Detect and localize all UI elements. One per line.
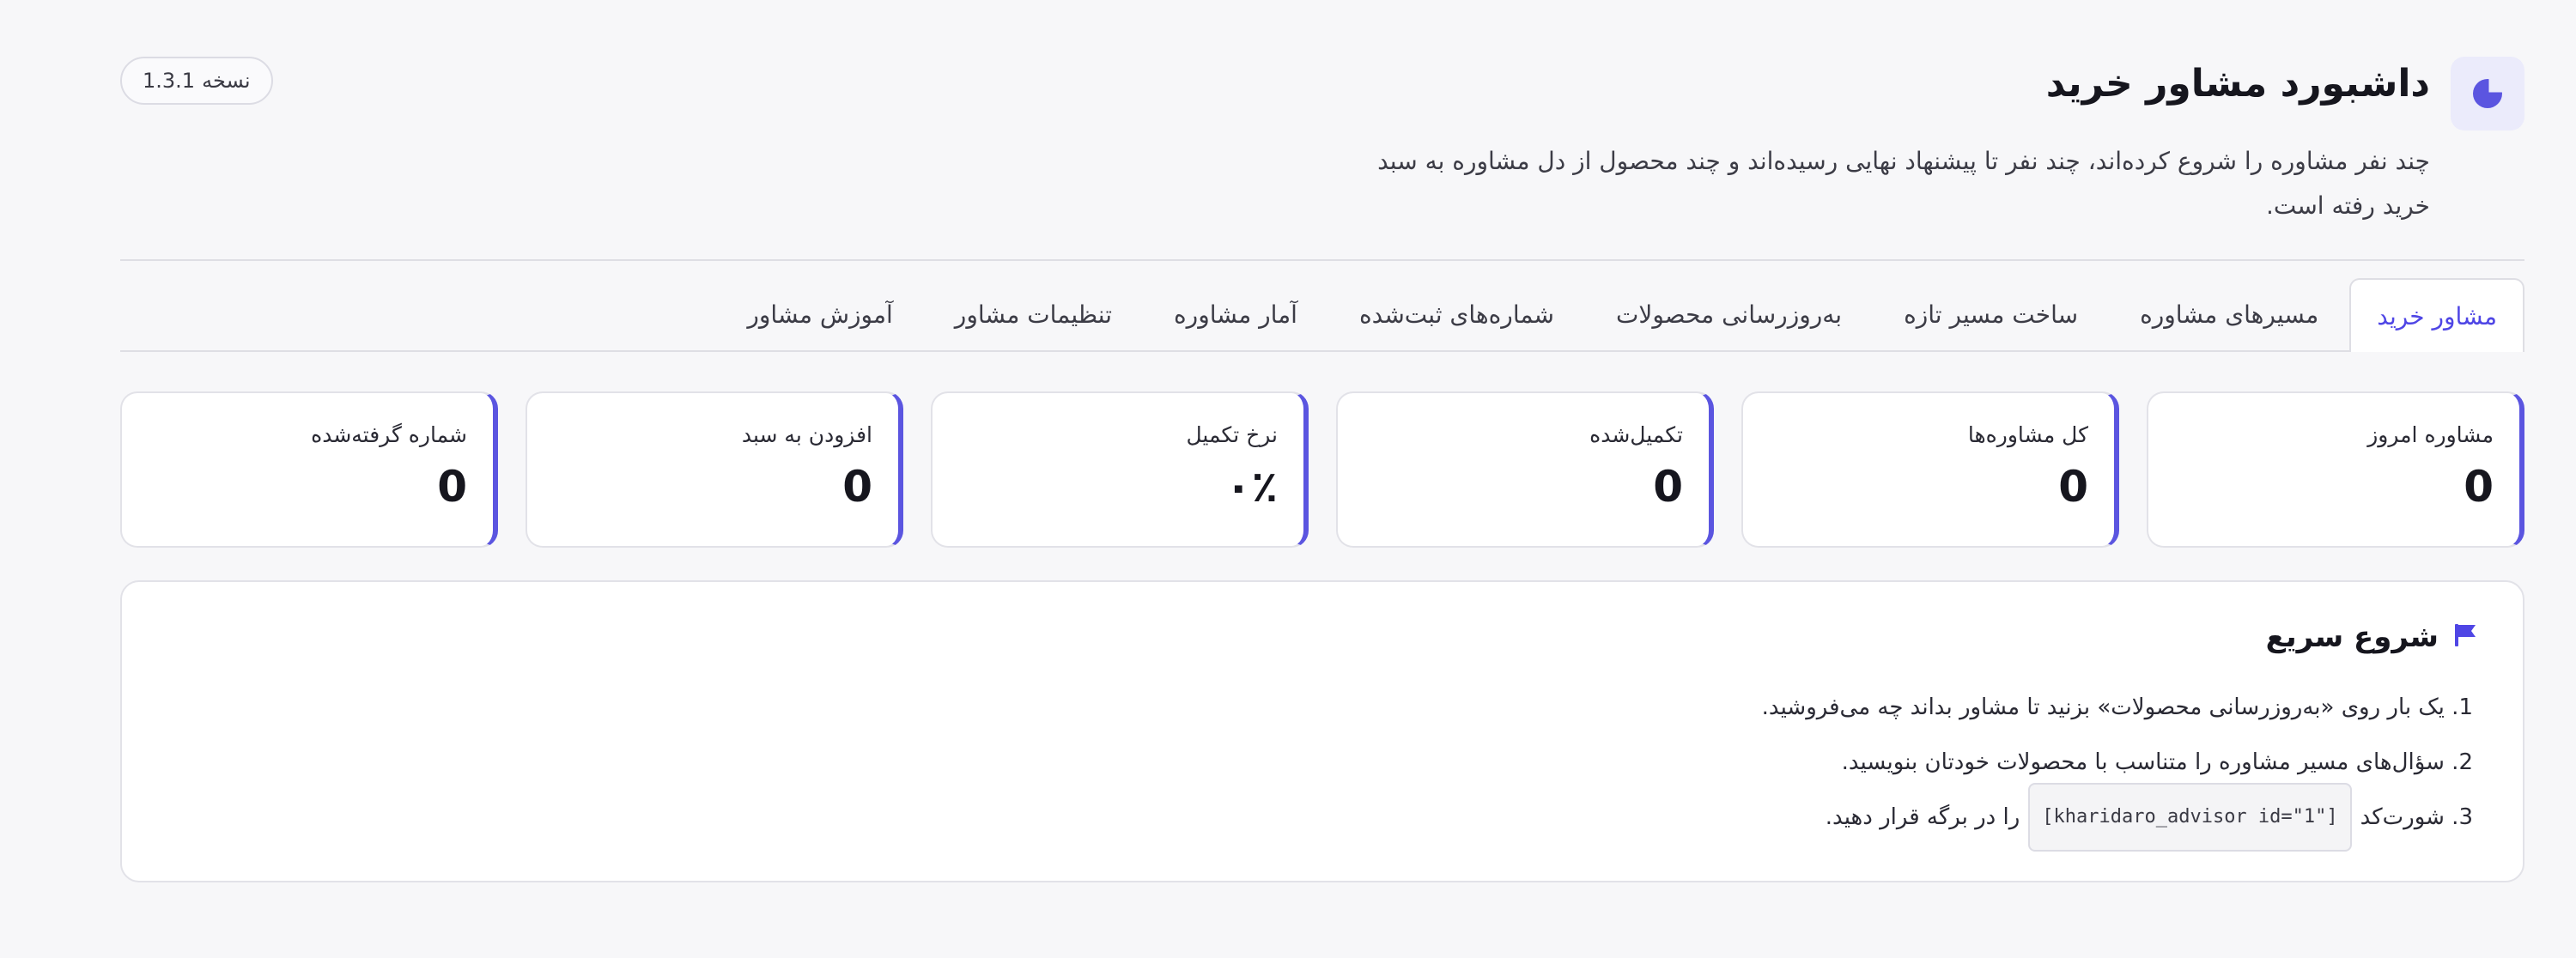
- stat-value: ۰٪: [1224, 462, 1278, 512]
- tab-registered-numbers[interactable]: شماره‌های ثبت‌شده: [1328, 278, 1585, 350]
- step-text: 3. شورت‌کد: [2360, 804, 2473, 830]
- stat-card-total: کل مشاوره‌ها 0: [1741, 391, 2119, 548]
- step-text: را در برگه قرار دهید.: [1825, 804, 2020, 830]
- tab-update-products[interactable]: به‌روزرسانی محصولات: [1585, 278, 1873, 350]
- pie-chart-icon: [2451, 57, 2524, 130]
- tab-advisory-paths[interactable]: مسیرهای مشاوره: [2109, 278, 2349, 350]
- quick-start-step: 2. سؤال‌های مسیر مشاوره را متناسب با محص…: [1841, 749, 2473, 775]
- header-divider: [120, 259, 2524, 261]
- quick-start-step: 3. شورت‌کد [kharidaro_advisor id="1"] را…: [1185, 783, 2473, 852]
- stat-value: 0: [842, 462, 872, 512]
- quick-start-step: 1. یک بار روی «به‌روزرسانی محصولات» بزنی…: [1761, 694, 2473, 720]
- stat-card-numbers-taken: شماره گرفته‌شده 0: [120, 391, 498, 548]
- dashboard-page: داشبورد مشاور خرید چند نفر مشاوره را شرو…: [120, 0, 2524, 958]
- tab-statistics[interactable]: آمار مشاوره: [1143, 278, 1328, 350]
- tab-bar: مشاور خرید مسیرهای مشاوره ساخت مسیر تازه…: [120, 278, 2524, 352]
- version-number: 1.3.1: [143, 69, 196, 93]
- version-label: نسخه: [202, 69, 251, 93]
- stat-value: 0: [1653, 462, 1683, 512]
- stat-value: 0: [2058, 462, 2088, 512]
- stat-label: نرخ تکمیل: [1186, 422, 1278, 447]
- stat-card-add-to-cart: افزودن به سبد 0: [526, 391, 903, 548]
- stat-label: تکمیل‌شده: [1589, 422, 1683, 447]
- page-header: داشبورد مشاور خرید چند نفر مشاوره را شرو…: [120, 57, 2524, 228]
- stat-label: افزودن به سبد: [741, 422, 872, 447]
- page-description: چند نفر مشاوره را شروع کرده‌اند، چند نفر…: [1377, 147, 2430, 220]
- stat-value: 0: [2464, 462, 2494, 512]
- stat-card-completed: تکمیل‌شده 0: [1336, 391, 1714, 548]
- tab-settings[interactable]: تنظیمات مشاور: [924, 278, 1143, 350]
- tab-tutorial[interactable]: آموزش مشاور: [716, 278, 923, 350]
- shortcode[interactable]: [kharidaro_advisor id="1"]: [2028, 783, 2352, 852]
- quick-start-header: شروع سریع: [2266, 620, 2478, 654]
- quick-start-title: شروع سریع: [2265, 620, 2439, 654]
- stat-card-completion-rate: نرخ تکمیل ۰٪: [931, 391, 1309, 548]
- stat-label: کل مشاوره‌ها: [1967, 422, 2088, 447]
- stat-label: شماره گرفته‌شده: [311, 422, 467, 447]
- quick-start-panel: شروع سریع 1. یک بار روی «به‌روزرسانی محص…: [120, 580, 2524, 882]
- quick-start-steps: 1. یک بار روی «به‌روزرسانی محصولات» بزنی…: [1185, 680, 2473, 852]
- tab-advisor[interactable]: مشاور خرید: [2349, 278, 2524, 352]
- flag-icon: [2452, 622, 2478, 652]
- stat-label: مشاوره امروز: [2367, 422, 2494, 447]
- tab-new-path[interactable]: ساخت مسیر تازه: [1873, 278, 2109, 350]
- stat-value: 0: [437, 462, 467, 512]
- page-title: داشبورد مشاور خرید: [2045, 62, 2430, 106]
- version-badge: نسخه 1.3.1: [120, 57, 273, 105]
- stat-card-today: مشاوره امروز 0: [2147, 391, 2524, 548]
- stats-row: مشاوره امروز 0 کل مشاوره‌ها 0 تکمیل‌شده …: [120, 391, 2524, 548]
